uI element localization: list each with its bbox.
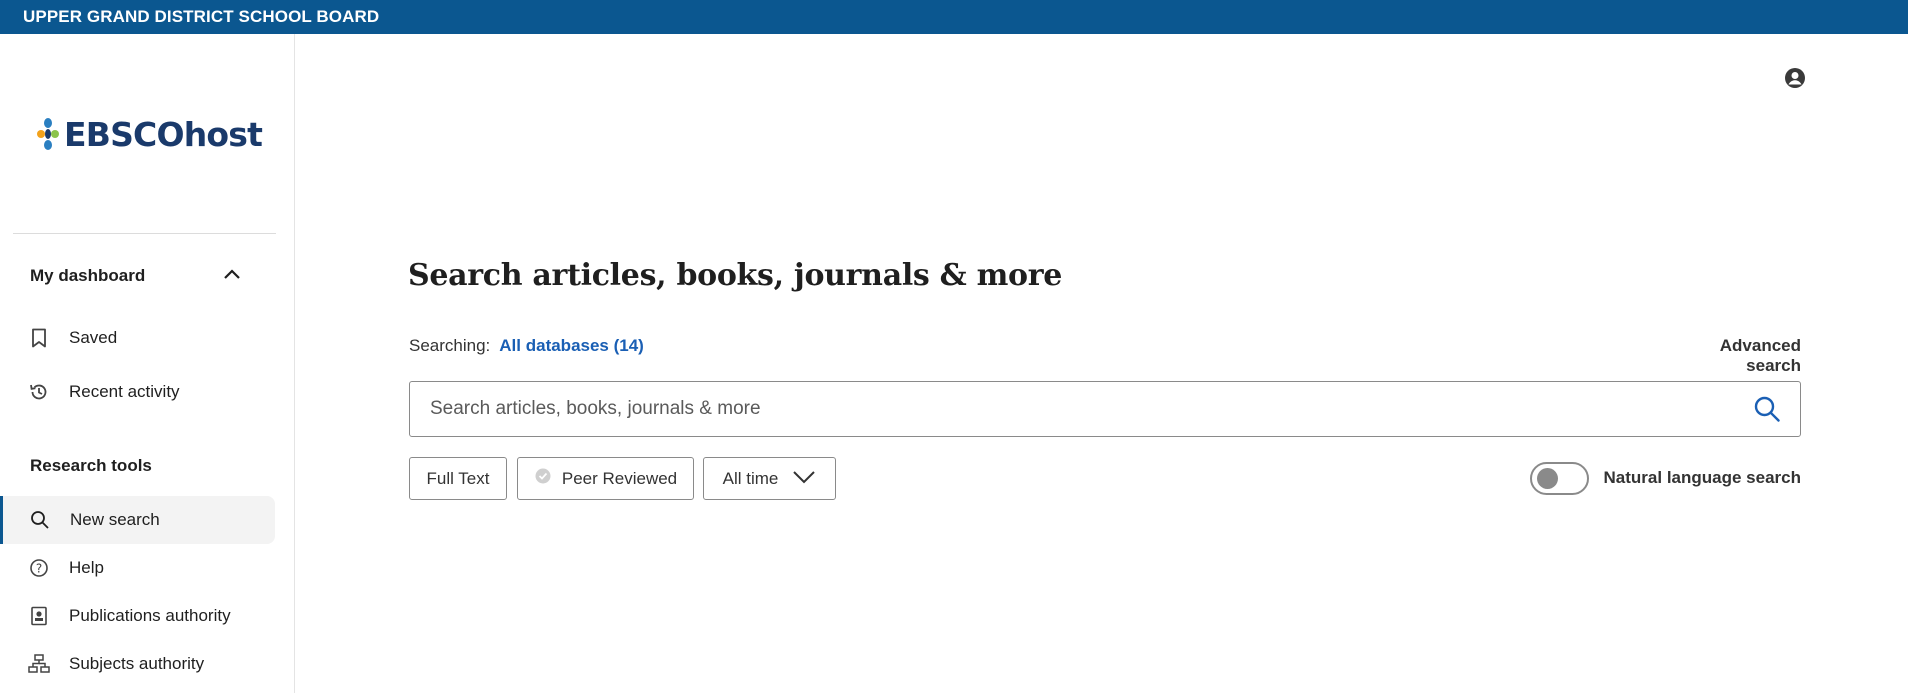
- sidebar-item-label: Help: [69, 558, 104, 577]
- institution-banner: UPPER GRAND DISTRICT SCHOOL BOARD: [0, 0, 1908, 34]
- sidebar-item-saved[interactable]: Saved: [0, 314, 275, 362]
- help-icon: ?: [27, 556, 51, 580]
- search-input[interactable]: [428, 382, 1728, 436]
- sidebar-item-label: Publications authority: [69, 606, 231, 625]
- filter-label: All time: [722, 468, 779, 488]
- full-text-filter[interactable]: Full Text: [409, 457, 507, 500]
- chevron-up-icon: [224, 269, 240, 279]
- filter-label: Full Text: [426, 468, 490, 488]
- account-icon[interactable]: [1783, 66, 1807, 90]
- date-range-dropdown[interactable]: All time: [703, 457, 836, 500]
- searching-label: Searching:: [409, 336, 491, 355]
- natural-language-label: Natural language search: [1603, 468, 1801, 487]
- sidebar-item-recent-activity[interactable]: Recent activity: [0, 368, 275, 416]
- sidebar-divider: [13, 233, 276, 234]
- sidebar: EBSCOhost My dashboard Saved Recent acti…: [0, 34, 295, 693]
- sidebar-item-label: New search: [70, 510, 160, 529]
- filter-label: Peer Reviewed: [561, 468, 678, 488]
- peer-reviewed-filter[interactable]: Peer Reviewed: [517, 457, 694, 500]
- history-icon: [27, 380, 51, 404]
- toggle-knob: [1537, 468, 1558, 489]
- sidebar-item-new-search[interactable]: New search: [0, 496, 275, 544]
- publication-icon: [27, 604, 51, 628]
- sidebar-item-label: Recent activity: [69, 382, 180, 401]
- hierarchy-icon: [27, 652, 51, 676]
- svg-text:?: ?: [36, 561, 42, 575]
- sidebar-item-publications-authority[interactable]: Publications authority: [0, 592, 275, 640]
- check-circle-icon: [534, 467, 552, 490]
- dashboard-collapse-button[interactable]: [218, 260, 246, 288]
- searching-scope: Searching: All databases (14): [409, 336, 644, 356]
- natural-language-toggle[interactable]: [1530, 462, 1589, 495]
- institution-name: UPPER GRAND DISTRICT SCHOOL BOARD: [23, 7, 380, 26]
- ebscohost-logo[interactable]: EBSCOhost: [36, 114, 263, 154]
- search-icon: [28, 508, 52, 532]
- sidebar-item-label: Saved: [69, 328, 118, 347]
- sidebar-item-label: Subjects authority: [69, 654, 205, 673]
- sidebar-item-subjects-authority[interactable]: Subjects authority: [0, 640, 275, 688]
- search-icon: [1754, 396, 1780, 422]
- advanced-search-link[interactable]: Advanced search: [1662, 336, 1801, 376]
- search-submit-button[interactable]: [1753, 395, 1781, 423]
- sidebar-item-help[interactable]: ? Help: [0, 544, 275, 592]
- search-box: [409, 381, 1801, 437]
- research-tools-heading: Research tools: [30, 456, 152, 475]
- bookmark-icon: [27, 326, 51, 350]
- logo-wordmark: EBSCOhost: [64, 114, 263, 154]
- all-databases-link[interactable]: All databases (14): [499, 336, 644, 356]
- page-title: Search articles, books, journals & more: [408, 258, 1063, 293]
- ebsco-logo-mark-icon: [37, 118, 59, 150]
- my-dashboard-heading: My dashboard: [30, 266, 146, 285]
- chevron-down-icon: [792, 469, 816, 489]
